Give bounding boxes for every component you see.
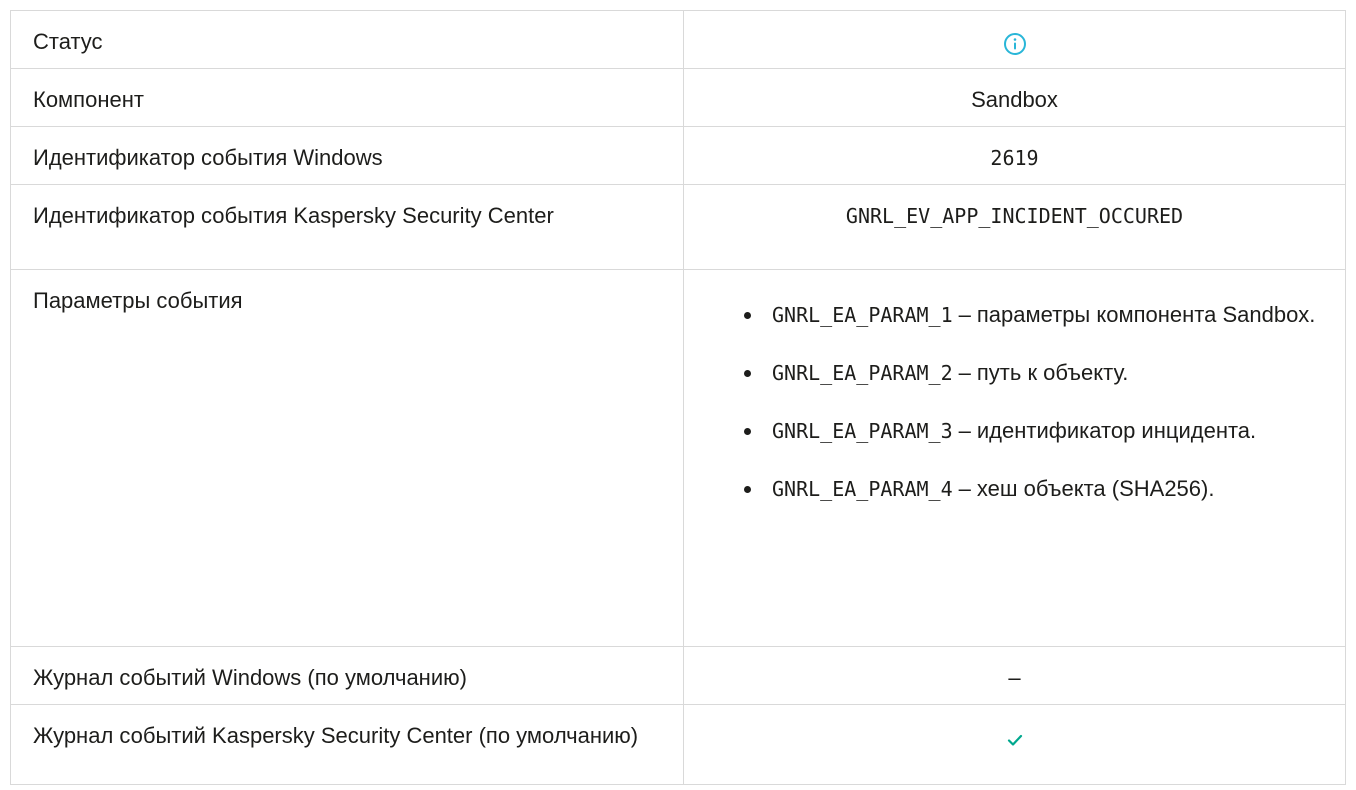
event-params-label: Параметры события xyxy=(10,269,684,647)
windows-log-value: – xyxy=(683,646,1346,705)
list-item: GNRL_EA_PARAM_3– идентификатор инцидента. xyxy=(740,416,1323,446)
bullet-icon xyxy=(744,486,751,493)
table-row-ksc-log: Журнал событий Kaspersky Security Center… xyxy=(10,704,1346,785)
ksc-event-id-label: Идентификатор события Kaspersky Security… xyxy=(10,184,684,270)
bullet-icon xyxy=(744,428,751,435)
table-row-ksc-event-id: Идентификатор события Kaspersky Security… xyxy=(10,184,1346,270)
param-code: GNRL_EA_PARAM_1 xyxy=(772,303,953,327)
ksc-log-label: Журнал событий Kaspersky Security Center… xyxy=(10,704,684,785)
list-item: GNRL_EA_PARAM_1– параметры компонента San… xyxy=(740,300,1323,330)
param-description: идентификатор инцидента. xyxy=(976,418,1257,443)
param-description: параметры компонента Sandbox. xyxy=(976,302,1316,327)
info-icon xyxy=(1003,33,1026,56)
param-separator: – xyxy=(958,418,971,443)
table-row-windows-event-id: Идентификатор события Windows 2619 xyxy=(10,126,1346,185)
event-params-list: GNRL_EA_PARAM_1– параметры компонента San… xyxy=(706,300,1323,504)
status-label: Статус xyxy=(10,10,684,69)
ksc-event-id-value: GNRL_EV_APP_INCIDENT_OCCURED xyxy=(683,184,1346,270)
bullet-icon xyxy=(744,370,751,377)
table-row-event-params: Параметры события GNRL_EA_PARAM_1– параме… xyxy=(10,269,1346,647)
event-params-value: GNRL_EA_PARAM_1– параметры компонента San… xyxy=(683,269,1346,647)
event-properties-table: Статус Компонент Sandbox Идентификатор с… xyxy=(10,10,1346,785)
list-item: GNRL_EA_PARAM_4– хеш объекта (SHA256). xyxy=(740,474,1323,504)
param-description: путь к объекту. xyxy=(976,360,1129,385)
component-value: Sandbox xyxy=(683,68,1346,127)
windows-event-id-label: Идентификатор события Windows xyxy=(10,126,684,185)
component-label: Компонент xyxy=(10,68,684,127)
check-icon xyxy=(1007,735,1022,746)
param-separator: – xyxy=(958,302,971,327)
list-item: GNRL_EA_PARAM_2– путь к объекту. xyxy=(740,358,1323,388)
param-description: хеш объекта (SHA256). xyxy=(976,476,1215,501)
status-value xyxy=(683,10,1346,69)
ksc-log-value xyxy=(683,704,1346,785)
table-row-status: Статус xyxy=(10,10,1346,69)
windows-event-id-value: 2619 xyxy=(683,126,1346,185)
bullet-icon xyxy=(744,312,751,319)
param-code: GNRL_EA_PARAM_3 xyxy=(772,419,953,443)
table-row-component: Компонент Sandbox xyxy=(10,68,1346,127)
param-separator: – xyxy=(958,360,971,385)
windows-log-label: Журнал событий Windows (по умолчанию) xyxy=(10,646,684,705)
param-code: GNRL_EA_PARAM_4 xyxy=(772,477,953,501)
table-row-windows-log: Журнал событий Windows (по умолчанию) – xyxy=(10,646,1346,705)
param-separator: – xyxy=(958,476,971,501)
param-code: GNRL_EA_PARAM_2 xyxy=(772,361,953,385)
